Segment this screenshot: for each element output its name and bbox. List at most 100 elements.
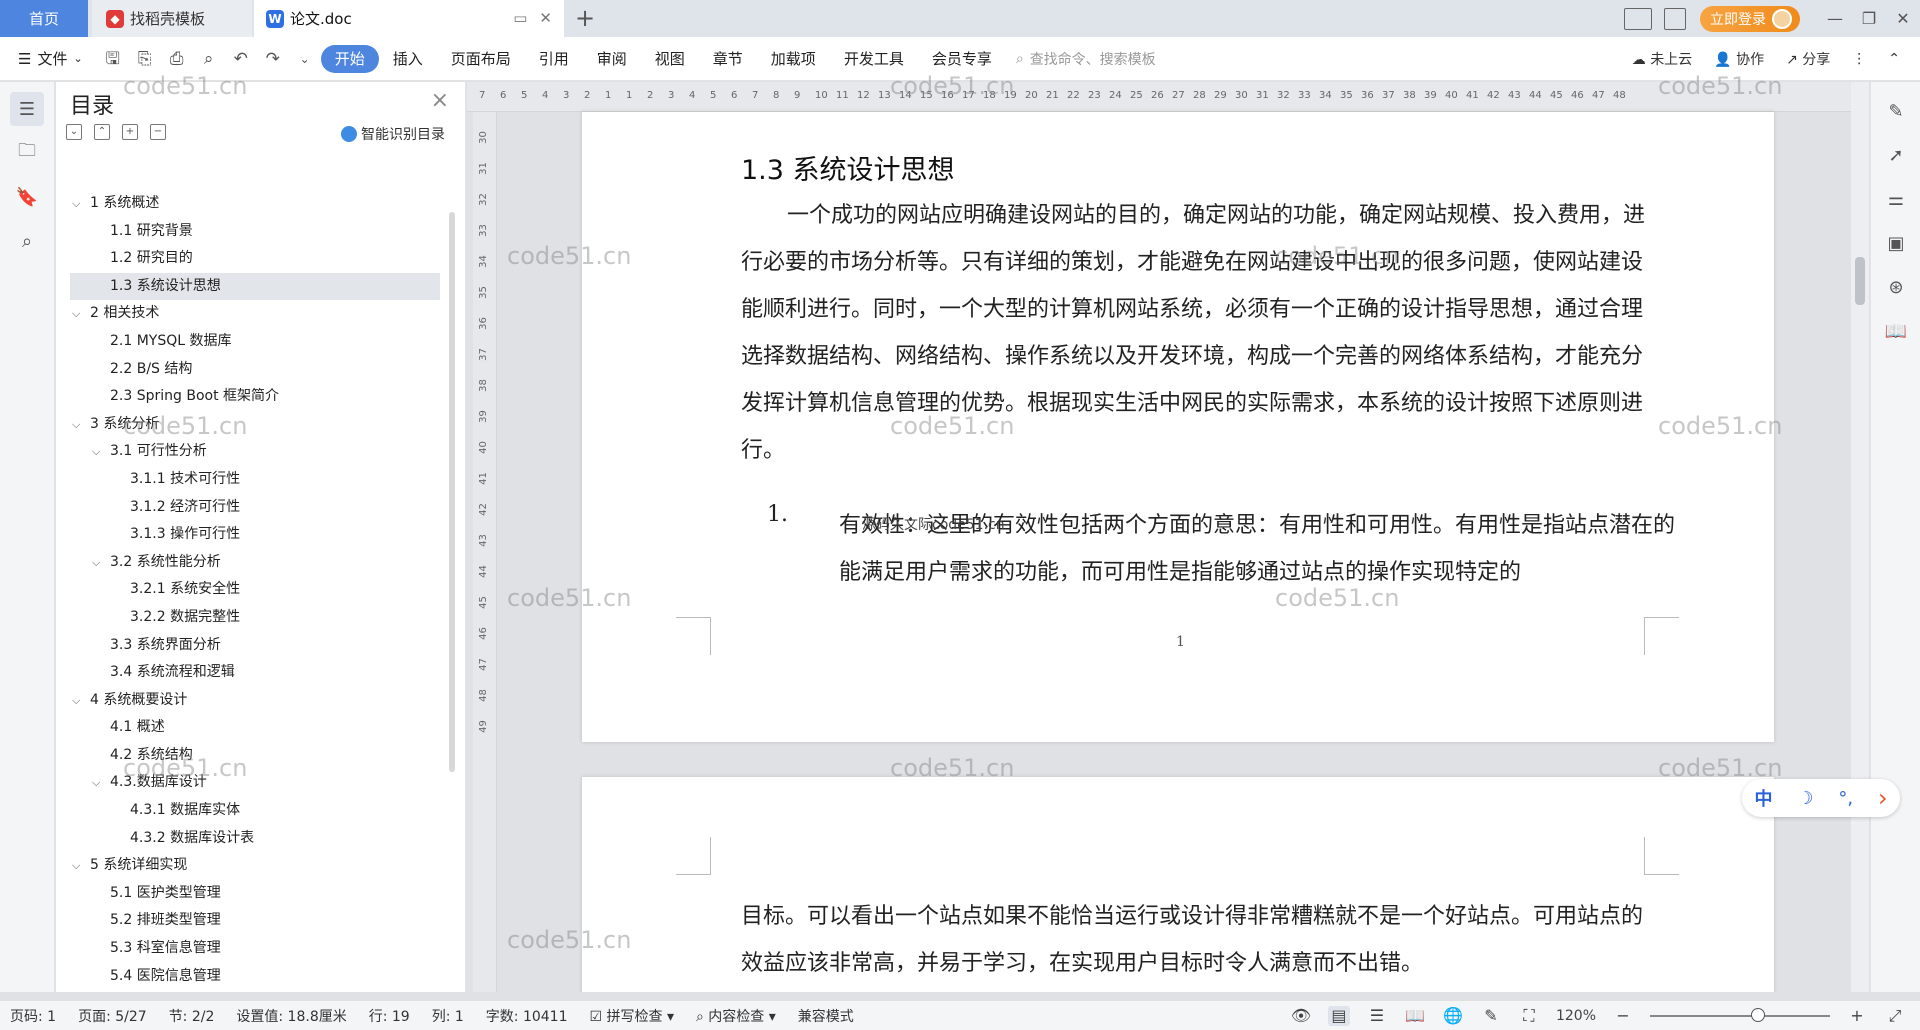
toc-item[interactable]: ⌵ 5 系统详细实现 bbox=[70, 852, 440, 880]
command-search[interactable]: ⌕ 查找命令、搜索模板 bbox=[1016, 49, 1156, 69]
toc-panel-icon[interactable]: ☰ bbox=[10, 92, 44, 126]
undo-icon[interactable]: ↶ bbox=[231, 49, 251, 69]
toc-item[interactable]: 5.3 科室信息管理 bbox=[70, 935, 440, 963]
save-icon[interactable]: 🖫 bbox=[103, 49, 123, 69]
toc-item[interactable]: 3.1.1 技术可行性 bbox=[70, 466, 440, 494]
toc-item[interactable]: 1.2 研究目的 bbox=[70, 245, 440, 273]
status-word-count[interactable]: 字数: 10411 bbox=[476, 1006, 580, 1026]
smart-identify-toc-button[interactable]: 智能识别目录 bbox=[341, 124, 445, 144]
chevron-down-icon[interactable]: ⌵ bbox=[72, 411, 80, 439]
new-tab-button[interactable]: + bbox=[575, 4, 595, 32]
chevron-down-icon[interactable]: ⌵ bbox=[92, 438, 100, 466]
book-reader-icon[interactable]: 📖 bbox=[1882, 318, 1910, 346]
page-view-icon[interactable]: ▤ bbox=[1327, 1005, 1350, 1026]
chevron-down-icon[interactable]: ⌵ bbox=[72, 687, 80, 715]
toc-item[interactable]: 3.1.3 操作可行性 bbox=[70, 521, 440, 549]
vertical-ruler[interactable]: 30 31 32 33 34 35 36 37 38 39 40 41 42 43 44 45 46 47 48 49 bbox=[473, 112, 497, 992]
toc-item[interactable]: 4.2 系统结构 bbox=[70, 742, 440, 770]
tab-insert[interactable]: 插入 bbox=[379, 45, 437, 73]
zoom-level[interactable]: 120% bbox=[1556, 1008, 1596, 1024]
ime-toolbar[interactable]: 中 ☽ °, › bbox=[1742, 779, 1900, 817]
layout-icon[interactable] bbox=[1624, 7, 1652, 30]
quick-access-more-icon[interactable]: ⌄ bbox=[295, 49, 315, 69]
tab-member[interactable]: 会员专享 bbox=[918, 45, 1006, 73]
share-button[interactable]: ↗ 分享 bbox=[1786, 49, 1830, 69]
search-icon[interactable]: ⌕ bbox=[10, 224, 44, 258]
page-1[interactable]: 1.3 系统设计思想 一个成功的网站应明确建设网站的目的，确定网站的功能，确定网… bbox=[582, 112, 1774, 742]
file-menu[interactable]: ☰ 文件 ⌄ bbox=[0, 48, 97, 69]
ime-chevron-right-icon[interactable]: › bbox=[1878, 784, 1888, 812]
toc-item[interactable]: 5.2 排班类型管理 bbox=[70, 907, 440, 935]
toc-item[interactable]: 4.1 概述 bbox=[70, 714, 440, 742]
tab-page-layout[interactable]: 页面布局 bbox=[437, 45, 525, 73]
chevron-down-icon[interactable]: ⌵ bbox=[92, 769, 100, 797]
cloud-status[interactable]: ☁ 未上云 bbox=[1632, 49, 1692, 69]
ime-moon-icon[interactable]: ☽ bbox=[1797, 788, 1813, 809]
status-page[interactable]: 页面: 5/27 bbox=[68, 1006, 159, 1026]
print-icon[interactable]: ⎙ bbox=[167, 49, 187, 69]
toc-item[interactable]: 5.4 医院信息管理 bbox=[70, 963, 440, 991]
tab-addins[interactable]: 加载项 bbox=[757, 45, 830, 73]
scrollbar-thumb[interactable] bbox=[1855, 257, 1865, 305]
toc-item[interactable]: ⌵ 3 系统分析 bbox=[70, 411, 440, 439]
toc-scrollbar[interactable] bbox=[449, 212, 455, 772]
tab-template-store[interactable]: ◆ 找稻壳模板 bbox=[92, 0, 252, 37]
minimize-icon[interactable]: — bbox=[1818, 9, 1852, 28]
adjust-sliders-icon[interactable]: ⚌ bbox=[1882, 186, 1910, 214]
tab-references[interactable]: 引用 bbox=[525, 45, 583, 73]
content-check-button[interactable]: ⌕ 内容检查 ▾ bbox=[686, 1006, 788, 1026]
export-icon[interactable]: ⎘ bbox=[135, 49, 155, 69]
zoom-slider-knob[interactable] bbox=[1751, 1007, 1765, 1022]
restore-icon[interactable]: ❐ bbox=[1852, 9, 1886, 28]
add-heading-icon[interactable]: + bbox=[122, 124, 138, 140]
write-mode-icon[interactable]: ✎ bbox=[1480, 1006, 1502, 1026]
remove-heading-icon[interactable]: − bbox=[150, 124, 166, 140]
reading-view-icon[interactable]: 📖 bbox=[1404, 1006, 1426, 1026]
toc-item[interactable]: ⌵ 3.1 可行性分析 bbox=[70, 438, 440, 466]
toc-item[interactable]: ⌵ 4.3.数据库设计 bbox=[70, 769, 440, 797]
collapse-all-icon[interactable]: ⌃ bbox=[94, 124, 110, 140]
fullscreen-icon[interactable]: ⤢ bbox=[1884, 1006, 1906, 1026]
toc-item[interactable]: 2.1 MYSQL 数据库 bbox=[70, 328, 440, 356]
tab-review[interactable]: 审阅 bbox=[583, 45, 641, 73]
web-view-icon[interactable]: 🌐 bbox=[1442, 1006, 1464, 1026]
print-preview-icon[interactable]: ⌕ bbox=[199, 49, 219, 69]
horizontal-ruler[interactable]: 7 6 5 4 3 2 1 1 2 3 4 5 6 7 8 9 10 11 12 13 14 15 16 17 18 19 20 21… bbox=[467, 82, 1869, 112]
expand-all-icon[interactable]: ⌄ bbox=[66, 124, 82, 140]
tab-developer[interactable]: 开发工具 bbox=[830, 45, 918, 73]
zoom-slider[interactable] bbox=[1650, 1007, 1830, 1022]
tab-chapter[interactable]: 章节 bbox=[699, 45, 757, 73]
close-icon[interactable]: × bbox=[431, 88, 449, 113]
toc-item[interactable]: ⌵ 2 相关技术 bbox=[70, 300, 440, 328]
chevron-down-icon[interactable]: ⌵ bbox=[72, 300, 80, 328]
outline-view-icon[interactable]: ☰ bbox=[1366, 1006, 1388, 1026]
select-pointer-icon[interactable]: ➚ bbox=[1882, 142, 1910, 170]
toc-item[interactable]: 1.1 研究背景 bbox=[70, 218, 440, 246]
bookmark-icon[interactable]: 🔖 bbox=[10, 180, 44, 214]
close-window-icon[interactable]: ✕ bbox=[1886, 9, 1920, 28]
page-2[interactable]: 目标。可以看出一个站点如果不能恰当运行或设计得非常糟糕就不是一个好站点。可用站点… bbox=[582, 777, 1774, 992]
toc-item[interactable]: 3.1.2 经济可行性 bbox=[70, 494, 440, 522]
fit-page-icon[interactable]: ⛶ bbox=[1518, 1006, 1540, 1026]
collaborate-button[interactable]: 👤 协作 bbox=[1714, 49, 1764, 69]
toc-item[interactable]: 4.3.1 数据库实体 bbox=[70, 797, 440, 825]
eye-protection-icon[interactable]: 👁 bbox=[1290, 1006, 1312, 1026]
zoom-in-icon[interactable]: + bbox=[1846, 1006, 1868, 1026]
grid-apps-icon[interactable] bbox=[1664, 7, 1686, 30]
tab-start[interactable]: 开始 bbox=[320, 44, 379, 73]
chevron-down-icon[interactable]: ⌵ bbox=[92, 549, 100, 577]
toc-item[interactable]: 3.3 系统界面分析 bbox=[70, 632, 440, 660]
document-scrollbar[interactable] bbox=[1851, 82, 1869, 992]
login-button[interactable]: 立即登录 bbox=[1700, 5, 1800, 32]
edit-pen-icon[interactable]: ✎ bbox=[1882, 98, 1910, 126]
toc-item[interactable]: 3.4 系统流程和逻辑 bbox=[70, 659, 440, 687]
ime-chinese-mode[interactable]: 中 bbox=[1754, 785, 1772, 811]
toc-item[interactable]: 1.3 系统设计思想 bbox=[70, 272, 440, 301]
chevron-down-icon[interactable]: ⌵ bbox=[72, 190, 80, 218]
toc-item[interactable]: 2.2 B/S 结构 bbox=[70, 356, 440, 384]
zoom-out-icon[interactable]: − bbox=[1612, 1006, 1634, 1026]
close-tab-icon[interactable]: ✕ bbox=[539, 9, 552, 27]
tab-view[interactable]: 视图 bbox=[641, 45, 699, 73]
toc-item[interactable]: 4.3.2 数据库设计表 bbox=[70, 825, 440, 853]
pin-tab-icon[interactable]: ▭ bbox=[513, 9, 527, 27]
